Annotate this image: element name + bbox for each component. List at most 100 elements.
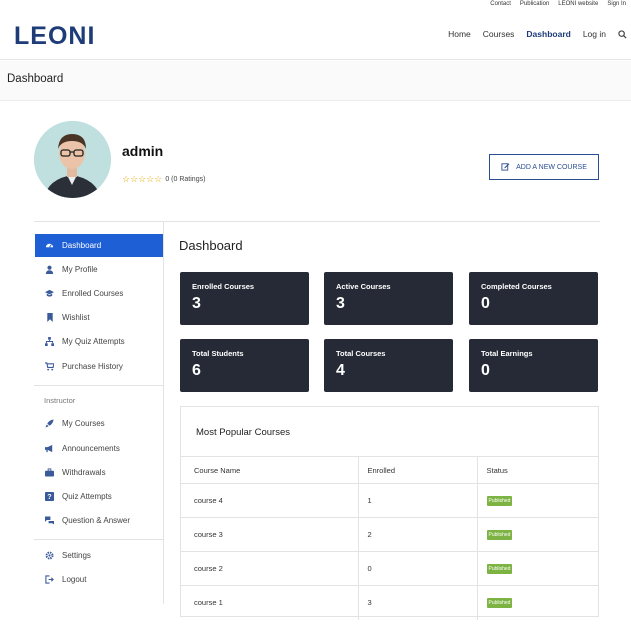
- column-header: Course Name: [181, 456, 358, 484]
- stat-label: Total Earnings: [481, 349, 533, 358]
- add-new-course-label: ADD A NEW COURSE: [516, 163, 587, 171]
- profile-username: admin: [122, 143, 164, 159]
- nav-home[interactable]: Home: [448, 29, 471, 39]
- sidebar-item-question-answer[interactable]: Question & Answer: [35, 509, 163, 532]
- bookmark-icon: [45, 313, 54, 322]
- most-popular-courses-panel: Most Popular Courses Course Name Enrolle…: [180, 406, 599, 620]
- stat-card-total-students: Total Students 6: [180, 339, 309, 392]
- avatar: [34, 121, 111, 198]
- table-row: course 4 1 Published: [181, 483, 598, 518]
- sidebar-item-label: Enrolled Courses: [62, 289, 124, 298]
- sidebar-item-withdrawals[interactable]: Withdrawals: [35, 461, 163, 484]
- enrolled-cell: 1: [357, 483, 477, 518]
- stat-card-total-courses: Total Courses 4: [324, 339, 453, 392]
- stat-label: Total Courses: [336, 349, 386, 358]
- sidebar-item-announcements[interactable]: Announcements: [35, 437, 163, 460]
- briefcase-icon: [45, 468, 54, 477]
- top-link-publication[interactable]: Publication: [520, 1, 549, 7]
- rating-text: 0 (0 Ratings): [165, 176, 206, 183]
- course-name-cell[interactable]: course 3: [181, 517, 358, 552]
- stat-value: 6: [192, 362, 201, 379]
- graduation-cap-icon: [45, 289, 54, 298]
- stat-value: 3: [192, 295, 201, 312]
- status-badge: Published: [486, 530, 513, 540]
- sidebar-item-label: Dashboard: [62, 241, 102, 250]
- course-name-cell[interactable]: course 2: [181, 551, 358, 586]
- main-nav: Home Courses Dashboard Log in: [448, 29, 627, 39]
- stat-label: Completed Courses: [481, 282, 552, 291]
- table-row: course 2 0 Published: [181, 551, 598, 586]
- rocket-icon: [45, 419, 54, 428]
- dashboard-icon: [45, 241, 54, 250]
- page-title: Dashboard: [7, 73, 64, 85]
- status-cell: Published: [476, 585, 598, 620]
- sitemap-icon: [45, 337, 54, 346]
- status-badge: Published: [486, 598, 513, 609]
- sidebar-divider: [34, 539, 163, 540]
- nav-log-in[interactable]: Log in: [583, 29, 606, 39]
- sidebar-item-purchase-history[interactable]: Purchase History: [35, 355, 163, 378]
- sidebar-item-label: Question & Answer: [62, 516, 131, 525]
- sidebar-item-label: My Courses: [62, 419, 105, 428]
- stat-card-enrolled-courses: Enrolled Courses 3: [180, 272, 309, 325]
- site-header: Contact Publication LEONI website Sign I…: [0, 0, 631, 60]
- status-cell: Published: [476, 483, 598, 518]
- sidebar-item-quiz-attempts[interactable]: ? Quiz Attempts: [35, 485, 163, 508]
- stat-card-total-earnings: Total Earnings 0: [469, 339, 598, 392]
- sidebar-item-my-profile[interactable]: My Profile: [35, 258, 163, 281]
- status-badge: Published: [486, 564, 513, 574]
- sidebar-item-label: Withdrawals: [62, 468, 106, 477]
- user-icon: [45, 265, 54, 274]
- status-cell: Published: [476, 517, 598, 552]
- qa-icon: [45, 516, 54, 525]
- add-new-course-button[interactable]: ADD A NEW COURSE: [489, 154, 599, 180]
- sidebar-item-settings[interactable]: Settings: [35, 544, 163, 567]
- rating-stars-icon: ☆☆☆☆☆: [122, 174, 163, 184]
- sidebar-item-label: Logout: [62, 575, 87, 584]
- table-row: course 1 3 Published: [181, 585, 598, 620]
- sidebar-item-my-courses[interactable]: My Courses: [35, 412, 163, 435]
- quiz-icon: ?: [45, 492, 54, 501]
- stat-value: 0: [481, 362, 490, 379]
- stat-label: Enrolled Courses: [192, 282, 255, 291]
- stat-value: 4: [336, 362, 345, 379]
- megaphone-icon: [45, 444, 54, 453]
- column-header: Enrolled: [357, 456, 477, 484]
- sidebar-item-label: Wishlist: [62, 313, 90, 322]
- course-name-cell[interactable]: course 1: [181, 585, 358, 620]
- panel-title: Most Popular Courses: [196, 427, 290, 438]
- sidebar-item-dashboard[interactable]: Dashboard: [35, 234, 163, 257]
- sidebar-item-enrolled-courses[interactable]: Enrolled Courses: [35, 282, 163, 305]
- courses-table: Course Name Enrolled Status course 4 1 P…: [181, 456, 598, 620]
- course-name-cell[interactable]: course 4: [181, 483, 358, 518]
- sidebar-item-logout[interactable]: Logout: [35, 568, 163, 591]
- enrolled-cell: 2: [357, 517, 477, 552]
- nav-dashboard[interactable]: Dashboard: [526, 29, 570, 39]
- edit-icon: [501, 162, 510, 173]
- profile-rating: ☆☆☆☆☆ 0 (0 Ratings): [122, 174, 205, 185]
- table-row: course 3 2 Published: [181, 517, 598, 552]
- sidebar-item-label: Purchase History: [62, 362, 123, 371]
- sidebar-item-label: My Profile: [62, 265, 98, 274]
- stat-card-completed-courses: Completed Courses 0: [469, 272, 598, 325]
- stat-label: Total Students: [192, 349, 244, 358]
- svg-text:?: ?: [47, 492, 51, 501]
- status-badge: Published: [486, 496, 513, 506]
- search-icon[interactable]: [618, 29, 627, 39]
- sidebar-divider: [34, 385, 163, 386]
- sidebar-item-wishlist[interactable]: Wishlist: [35, 306, 163, 329]
- dashboard-heading: Dashboard: [179, 238, 243, 253]
- top-link-sign-in[interactable]: Sign In: [607, 1, 626, 7]
- stat-value: 0: [481, 295, 490, 312]
- site-logo[interactable]: LEONI: [14, 22, 95, 51]
- column-header: Status: [476, 456, 598, 484]
- nav-courses[interactable]: Courses: [483, 29, 515, 39]
- cart-icon: [45, 362, 54, 371]
- top-links: Contact Publication LEONI website Sign I…: [490, 1, 626, 7]
- top-link-leoni-website[interactable]: LEONI website: [558, 1, 598, 7]
- sidebar-item-label: My Quiz Attempts: [62, 337, 125, 346]
- sidebar-item-my-quiz-attempts[interactable]: My Quiz Attempts: [35, 330, 163, 353]
- top-link-contact[interactable]: Contact: [490, 1, 511, 7]
- status-cell: Published: [476, 551, 598, 586]
- sidebar-item-label: Announcements: [62, 444, 120, 453]
